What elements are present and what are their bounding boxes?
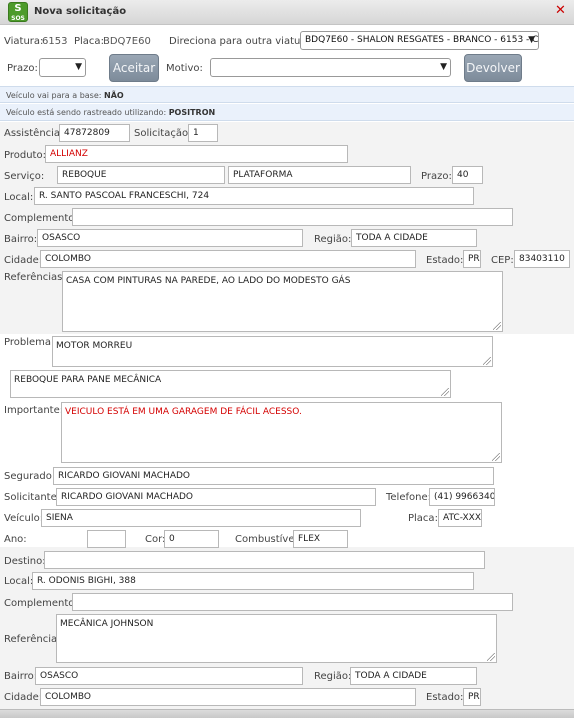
regiao-label: Região: bbox=[314, 234, 352, 245]
telefone-label: Telefone: bbox=[386, 492, 431, 503]
complemento-field[interactable] bbox=[72, 208, 513, 226]
close-icon[interactable]: ✕ bbox=[555, 4, 566, 18]
produto-label: Produto: bbox=[4, 150, 46, 161]
regiao-field[interactable]: TODA A CIDADE bbox=[351, 229, 477, 247]
resize-grip-icon[interactable] bbox=[441, 388, 449, 396]
placa-label: Placa: bbox=[408, 513, 438, 524]
segurado-label: Segurado: bbox=[4, 471, 56, 482]
solicitacao-field[interactable]: 1 bbox=[188, 124, 218, 142]
destino-referencia-label: Referência: bbox=[4, 634, 61, 645]
destino-local-field[interactable]: R. ODONIS BIGHI, 388 bbox=[32, 572, 474, 590]
prazo-label: Prazo: bbox=[421, 171, 452, 182]
importante-label: Importante: bbox=[4, 405, 64, 416]
assistencia-field[interactable]: 47872809 bbox=[59, 124, 130, 142]
app-logo-icon: S SOS bbox=[8, 2, 28, 22]
destino-regiao-label: Região: bbox=[314, 671, 352, 682]
resize-grip-icon[interactable] bbox=[487, 653, 495, 661]
destino-cidade-field[interactable]: COLOMBO bbox=[40, 688, 416, 706]
destino-field[interactable] bbox=[44, 551, 485, 569]
cidade-label: Cidade: bbox=[4, 255, 43, 266]
servico-label: Serviço: bbox=[4, 171, 45, 182]
segurado-field[interactable]: RICARDO GIOVANI MACHADO bbox=[53, 467, 494, 485]
cep-field[interactable]: 83403110 bbox=[514, 250, 570, 268]
servico-tipo-field[interactable]: PLATAFORMA bbox=[228, 166, 411, 184]
veiculo-label: Veículo: bbox=[4, 513, 44, 524]
combustivel-field[interactable]: FLEX bbox=[293, 530, 348, 548]
destino-bairro-label: Bairro: bbox=[4, 671, 38, 682]
telefone-field[interactable]: (41) 99663402€ bbox=[429, 488, 495, 506]
viatura-label: Viatura: bbox=[4, 36, 44, 47]
referencias-label: Referências: bbox=[4, 272, 66, 283]
chevron-down-icon: ▼ bbox=[75, 62, 82, 72]
solicitante-label: Solicitante: bbox=[4, 492, 61, 503]
complemento-label: Complemento: bbox=[4, 213, 78, 224]
destino-local-label: Local: bbox=[4, 576, 34, 587]
destino-regiao-field[interactable]: TODA A CIDADE bbox=[350, 667, 477, 685]
resize-grip-icon[interactable] bbox=[492, 453, 500, 461]
combustivel-label: Combustível: bbox=[235, 534, 301, 545]
destino-cidade-label: Cidade: bbox=[4, 692, 43, 703]
aceitar-button[interactable]: Aceitar bbox=[109, 54, 159, 82]
problema-label: Problema: bbox=[4, 337, 55, 348]
chevron-down-icon: ▼ bbox=[528, 35, 535, 45]
destino-estado-label: Estado: bbox=[426, 692, 464, 703]
placa-value: BDQ7E60 bbox=[103, 36, 151, 47]
ano-field[interactable] bbox=[87, 530, 126, 548]
referencias-textarea[interactable]: CASA COM PINTURAS NA PAREDE, AO LADO DO … bbox=[62, 271, 503, 332]
solicitante-field[interactable]: RICARDO GIOVANI MACHADO bbox=[56, 488, 376, 506]
destino-complemento-field[interactable] bbox=[72, 593, 513, 611]
local-label: Local: bbox=[4, 192, 34, 203]
destino-complemento-label: Complemento: bbox=[4, 598, 78, 609]
base-info-band: Veículo vai para a base: NÃO bbox=[0, 86, 574, 103]
ano-label: Ano: bbox=[4, 534, 27, 545]
tracking-info-band: Veículo está sendo rastreado utilizando:… bbox=[0, 104, 574, 121]
cor-label: Cor: bbox=[145, 534, 166, 545]
resize-grip-icon[interactable] bbox=[493, 322, 501, 330]
local-field[interactable]: R. SANTO PASCOAL FRANCESCHI, 724 bbox=[34, 187, 474, 205]
cidade-field[interactable]: COLOMBO bbox=[40, 250, 416, 268]
problema-detalhe-textarea[interactable]: REBOQUE PARA PANE MECÂNICA bbox=[10, 370, 451, 398]
estado-label: Estado: bbox=[426, 255, 464, 266]
destino-referencia-textarea[interactable]: MECÂNICA JOHNSON bbox=[56, 614, 497, 663]
produto-field[interactable]: ALLIANZ bbox=[45, 145, 348, 163]
direciona-select[interactable]: BDQ7E60 - SHALON RESGATES - BRANCO - 615… bbox=[300, 31, 539, 50]
direciona-label: Direciona para outra viatura: bbox=[169, 36, 314, 47]
importante-textarea[interactable]: VEICULO ESTÁ EM UMA GARAGEM DE FÁCIL ACE… bbox=[61, 402, 502, 463]
window-title: Nova solicitação bbox=[34, 6, 127, 17]
cep-label: CEP: bbox=[491, 255, 514, 266]
motivo-select[interactable]: ▼ bbox=[210, 58, 451, 77]
placa-label: Placa: bbox=[74, 36, 104, 47]
prazo-header-label: Prazo: bbox=[7, 63, 38, 74]
cor-field[interactable]: 0 bbox=[164, 530, 219, 548]
solicitacao-label: Solicitação: bbox=[134, 128, 192, 139]
motivo-label: Motivo: bbox=[166, 63, 203, 74]
devolver-button[interactable]: Devolver bbox=[464, 54, 522, 82]
chevron-down-icon: ▼ bbox=[440, 62, 447, 72]
assistencia-label: Assistência: bbox=[4, 128, 64, 139]
destino-estado-field[interactable]: PR bbox=[463, 688, 481, 706]
viatura-value: 6153 bbox=[42, 36, 68, 47]
placa-field[interactable]: ATC-XXXX bbox=[438, 509, 482, 527]
bairro-label: Bairro: bbox=[4, 234, 38, 245]
destino-bairro-field[interactable]: OSASCO bbox=[35, 667, 303, 685]
problema-textarea[interactable]: MOTOR MORREU bbox=[52, 336, 493, 367]
bottom-bar bbox=[0, 709, 574, 718]
prazo-select[interactable]: ▼ bbox=[39, 58, 86, 77]
destino-label: Destino: bbox=[4, 556, 46, 567]
bairro-field[interactable]: OSASCO bbox=[37, 229, 303, 247]
prazo-field[interactable]: 40 bbox=[452, 166, 483, 184]
estado-field[interactable]: PR bbox=[463, 250, 481, 268]
resize-grip-icon[interactable] bbox=[483, 357, 491, 365]
servico-field[interactable]: REBOQUE bbox=[57, 166, 225, 184]
veiculo-field[interactable]: SIENA bbox=[41, 509, 361, 527]
